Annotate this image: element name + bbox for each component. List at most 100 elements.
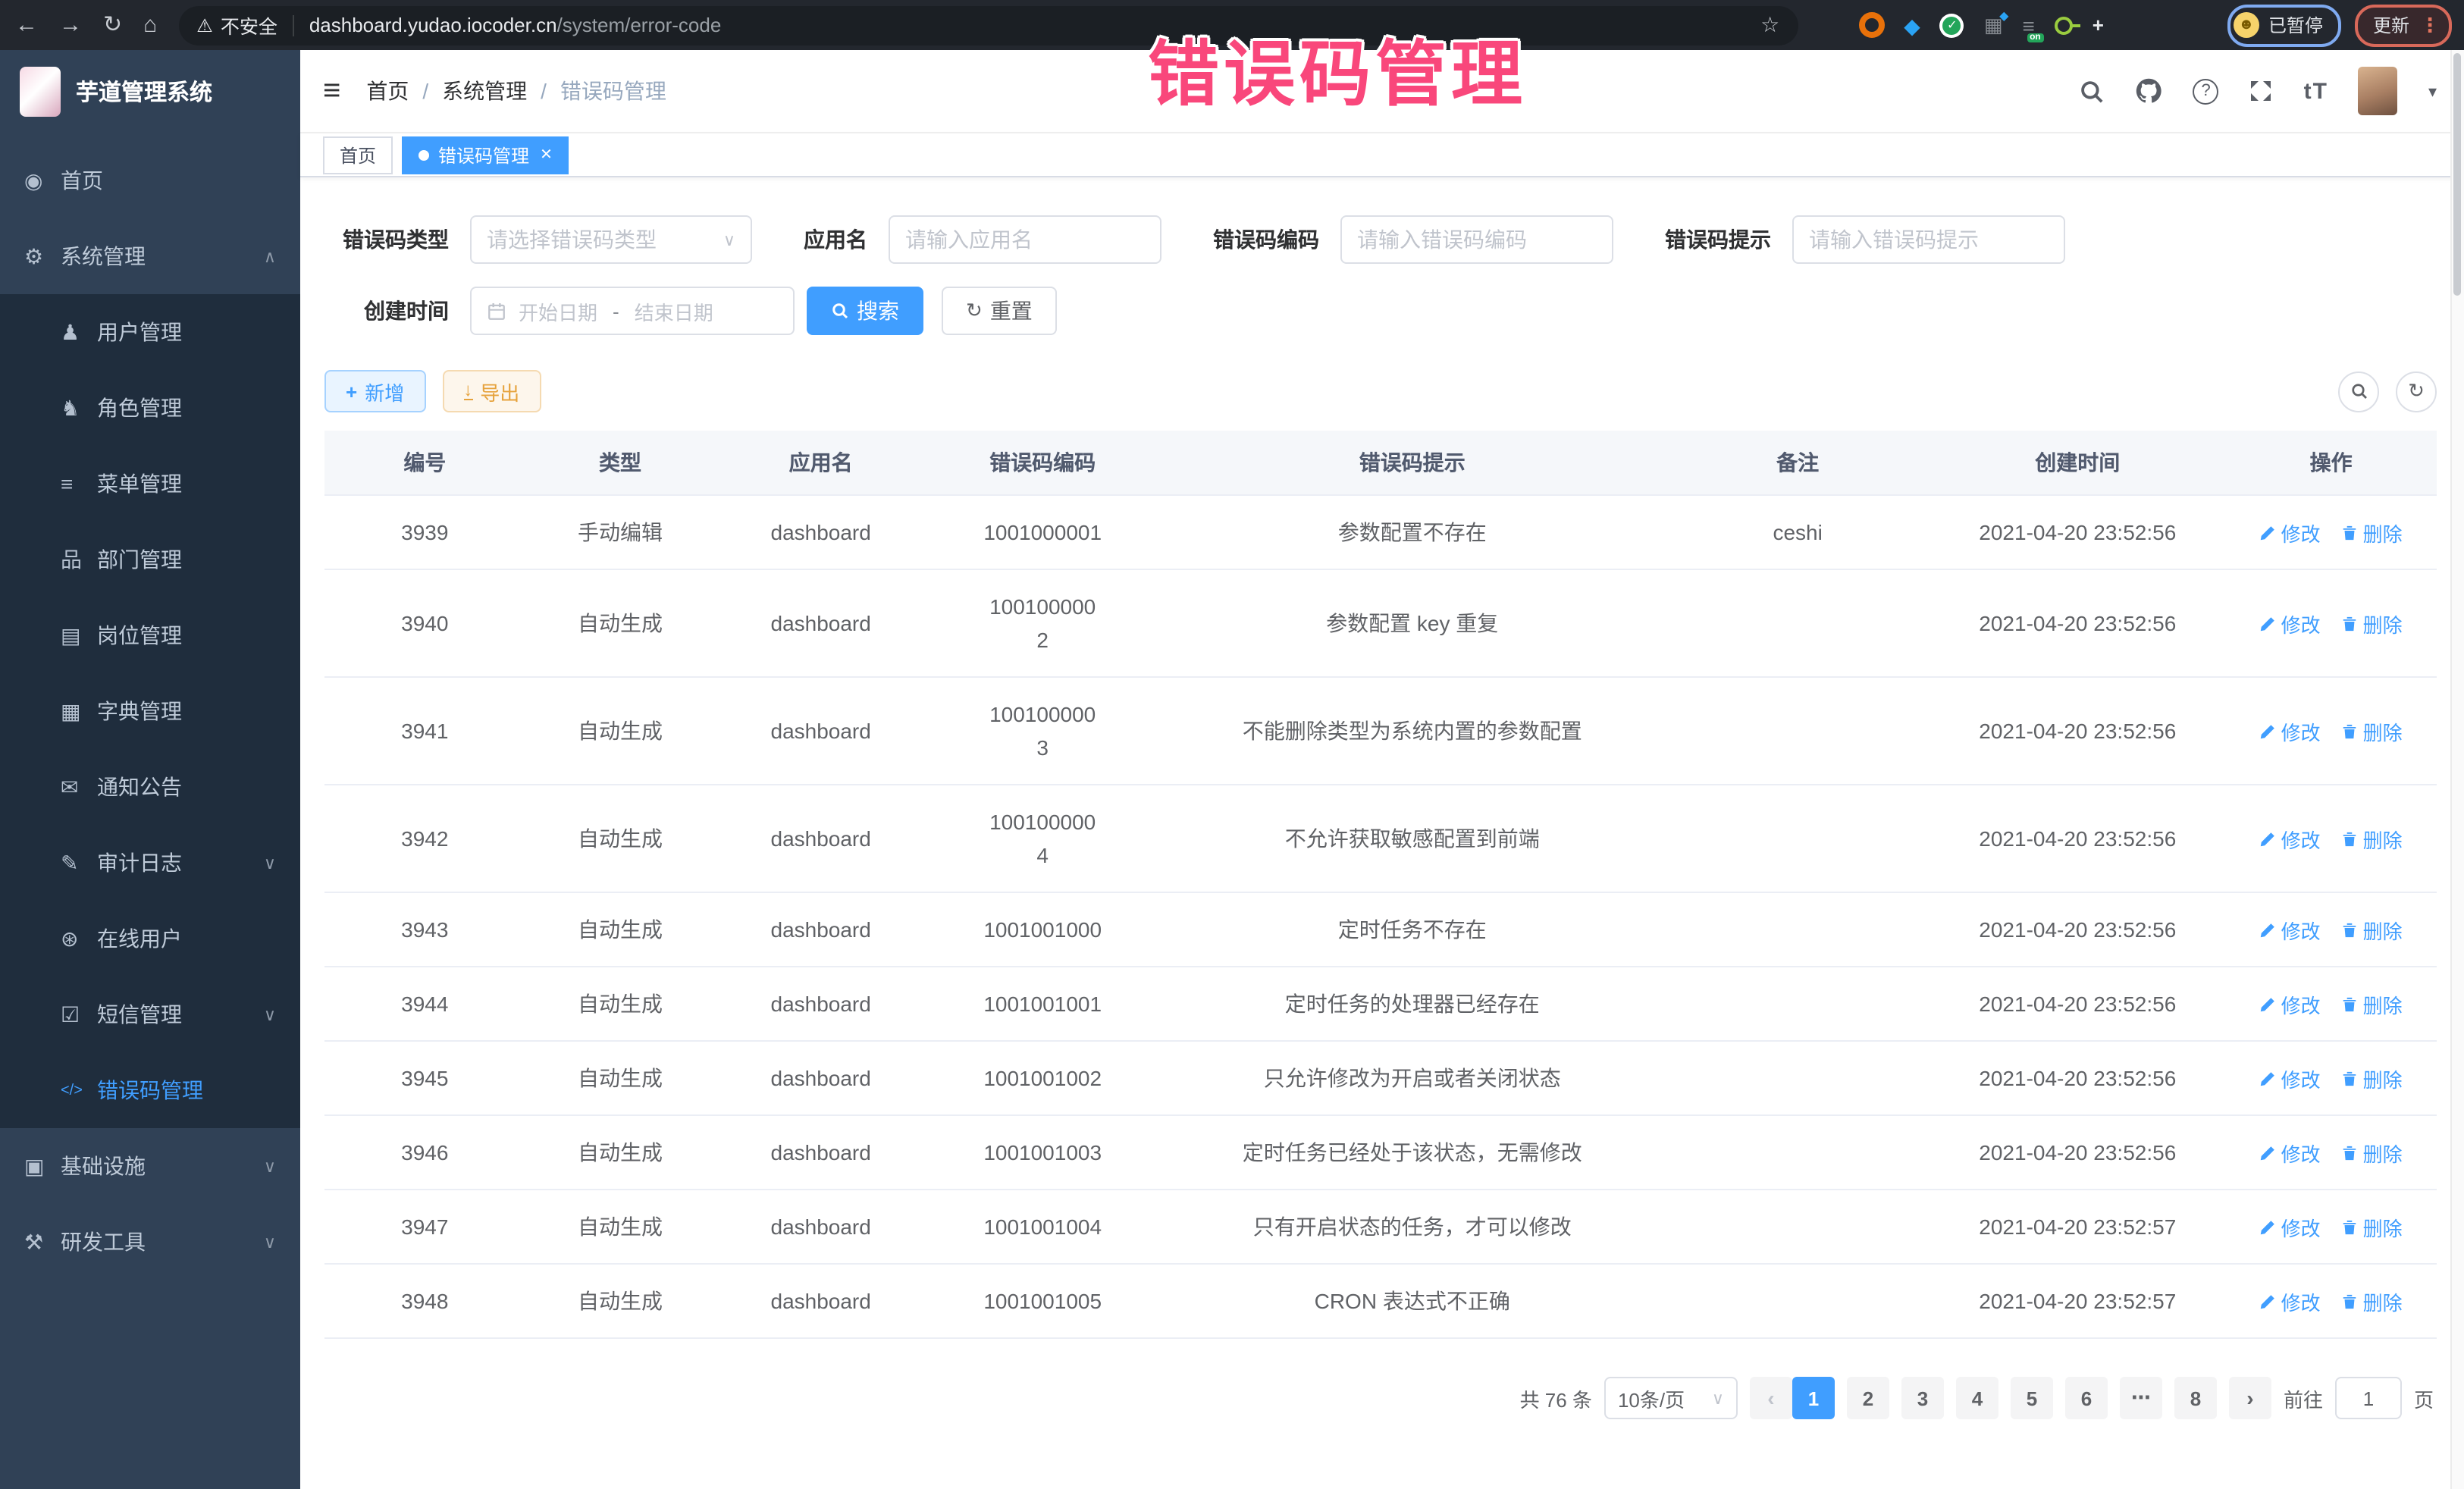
- font-size-icon[interactable]: tT: [2304, 78, 2328, 104]
- edit-link[interactable]: 修改: [2260, 1064, 2321, 1092]
- orange-extension-icon[interactable]: [1858, 12, 1884, 38]
- sidebar-item-label: 审计日志: [97, 848, 182, 878]
- delete-link[interactable]: 删除: [2342, 915, 2403, 944]
- edit-link[interactable]: 修改: [2260, 518, 2321, 547]
- cell-actions: 修改删除: [2225, 1190, 2437, 1264]
- sidebar-item-notice[interactable]: ✉通知公告: [0, 749, 300, 825]
- sidebar-item-user-mgmt[interactable]: ♟用户管理: [0, 294, 300, 370]
- delete-link[interactable]: 删除: [2342, 1287, 2403, 1315]
- logo-image: [20, 67, 61, 117]
- edit-link[interactable]: 修改: [2260, 989, 2321, 1018]
- sidebar-item-error-code-mgmt[interactable]: </>错误码管理: [0, 1052, 300, 1128]
- app-logo[interactable]: 芋道管理系统: [0, 50, 300, 133]
- cell-id: 3944: [324, 967, 525, 1041]
- sidebar-item-home[interactable]: ◉首页: [0, 143, 300, 218]
- browser-menu-kebab-icon[interactable]: ⋮: [2420, 13, 2440, 37]
- sidebar-item-dept-mgmt[interactable]: 品部门管理: [0, 522, 300, 597]
- scrollbar-thumb[interactable]: [2453, 53, 2461, 296]
- delete-link[interactable]: 删除: [2342, 1064, 2403, 1092]
- bookmark-star-icon[interactable]: ☆: [1760, 12, 1779, 38]
- page-button-2[interactable]: 2: [1847, 1377, 1889, 1419]
- browser-reload-icon[interactable]: ↻: [103, 14, 122, 36]
- search-icon[interactable]: [2080, 78, 2105, 104]
- page-size-select[interactable]: 10条/页 ∨: [1604, 1377, 1738, 1419]
- delete-link[interactable]: 删除: [2342, 716, 2403, 745]
- edit-link[interactable]: 修改: [2260, 915, 2321, 944]
- browser-update-chip[interactable]: 更新 ⋮: [2355, 4, 2452, 46]
- sidebar-item-post-mgmt[interactable]: ▤岗位管理: [0, 597, 300, 673]
- delete-link[interactable]: 删除: [2342, 1212, 2403, 1241]
- avatar-caret-icon[interactable]: ▾: [2428, 81, 2437, 101]
- fullscreen-icon[interactable]: [2249, 79, 2274, 103]
- page-button-4[interactable]: 4: [1956, 1377, 1998, 1419]
- page-button-8[interactable]: 8: [2174, 1377, 2217, 1419]
- list-extension-icon[interactable]: ≡on: [2022, 14, 2034, 36]
- tab-home[interactable]: 首页: [323, 136, 393, 174]
- browser-forward-icon[interactable]: →: [59, 14, 82, 36]
- browser-profile-chip[interactable]: ☻ 已暂停: [2227, 4, 2341, 46]
- edit-link[interactable]: 修改: [2260, 1212, 2321, 1241]
- error-hint-input[interactable]: [1792, 215, 2065, 264]
- sidebar-item-sms-mgmt[interactable]: ☑短信管理∨: [0, 976, 300, 1052]
- sidebar-item-infrastructure[interactable]: ▣基础设施∨: [0, 1128, 300, 1204]
- edit-link[interactable]: 修改: [2260, 609, 2321, 638]
- sidebar-item-dict-mgmt[interactable]: ▦字典管理: [0, 673, 300, 749]
- create-time-range-picker[interactable]: 开始日期 - 结束日期: [470, 287, 795, 335]
- page-ellipsis-button[interactable]: ⋯: [2120, 1377, 2162, 1419]
- refresh-table-button[interactable]: ↻: [2396, 371, 2437, 412]
- error-code-input[interactable]: [1340, 215, 1613, 264]
- page-button-6[interactable]: 6: [2065, 1377, 2108, 1419]
- edit-link[interactable]: 修改: [2260, 1287, 2321, 1315]
- user-avatar[interactable]: [2359, 67, 2398, 115]
- prev-page-button[interactable]: ‹: [1750, 1377, 1792, 1419]
- hamburger-icon[interactable]: ≡: [323, 74, 340, 108]
- green-extension-icon[interactable]: ✓: [1940, 13, 1964, 37]
- reset-button[interactable]: ↻ 重置: [942, 287, 1057, 335]
- sidebar-item-online-user[interactable]: ⊛在线用户: [0, 901, 300, 976]
- toggle-search-button[interactable]: [2338, 371, 2379, 412]
- page-scrollbar[interactable]: [2450, 50, 2464, 1489]
- dict-book-icon: ▦: [61, 698, 97, 724]
- delete-link[interactable]: 删除: [2342, 824, 2403, 853]
- tab-close-icon[interactable]: ✕: [540, 146, 553, 163]
- sidebar-item-menu-mgmt[interactable]: ≡菜单管理: [0, 446, 300, 522]
- delete-link[interactable]: 删除: [2342, 1138, 2403, 1167]
- page-button-3[interactable]: 3: [1901, 1377, 1944, 1419]
- sidebar-item-system-mgmt[interactable]: ⚙系统管理∧: [0, 218, 300, 294]
- next-page-button[interactable]: ›: [2229, 1377, 2271, 1419]
- search-button[interactable]: 搜索: [807, 287, 923, 335]
- error-code-type-select[interactable]: 请选择错误码类型 ∨: [470, 215, 752, 264]
- delete-link[interactable]: 删除: [2342, 518, 2403, 547]
- edit-link[interactable]: 修改: [2260, 716, 2321, 745]
- browser-back-icon[interactable]: ←: [15, 14, 38, 36]
- add-button[interactable]: + 新增: [324, 370, 425, 412]
- goto-page-input[interactable]: [2335, 1377, 2402, 1419]
- page-button-5[interactable]: 5: [2011, 1377, 2053, 1419]
- edit-link[interactable]: 修改: [2260, 1138, 2321, 1167]
- cell-memo: [1666, 892, 1930, 967]
- page-button-1[interactable]: 1: [1792, 1377, 1835, 1419]
- app-name-input[interactable]: [889, 215, 1161, 264]
- breadcrumb-home[interactable]: 首页: [366, 76, 409, 106]
- cell-code: 1001001002: [926, 1041, 1158, 1115]
- grid-extension-icon[interactable]: ▦◆: [1984, 15, 2003, 35]
- cell-type: 自动生成: [525, 785, 716, 892]
- key-extension-icon[interactable]: [2055, 16, 2073, 34]
- delete-link[interactable]: 删除: [2342, 609, 2403, 638]
- browser-home-icon[interactable]: ⌂: [143, 14, 157, 36]
- github-icon[interactable]: [2136, 77, 2163, 105]
- address-bar[interactable]: ⚠ 不安全 dashboard.yudao.iocoder.cn/system/…: [178, 5, 1798, 45]
- help-icon[interactable]: ?: [2193, 78, 2219, 104]
- sidebar-item-role-mgmt[interactable]: ♞角色管理: [0, 370, 300, 446]
- export-button[interactable]: ↓ 导出: [442, 370, 541, 412]
- edit-link[interactable]: 修改: [2260, 824, 2321, 853]
- chevron-down-icon: ∨: [264, 1232, 276, 1252]
- sidebar-item-label: 角色管理: [97, 393, 182, 423]
- breadcrumb-system[interactable]: 系统管理: [442, 76, 527, 106]
- puzzle-extension-icon[interactable]: +: [2093, 15, 2104, 35]
- delete-link[interactable]: 删除: [2342, 989, 2403, 1018]
- gem-extension-icon[interactable]: ◆: [1904, 14, 1920, 36]
- tab-error-code[interactable]: 错误码管理 ✕: [402, 136, 569, 174]
- sidebar-item-dev-tools[interactable]: ⚒研发工具∨: [0, 1204, 300, 1280]
- sidebar-item-audit-log[interactable]: ✎审计日志∨: [0, 825, 300, 901]
